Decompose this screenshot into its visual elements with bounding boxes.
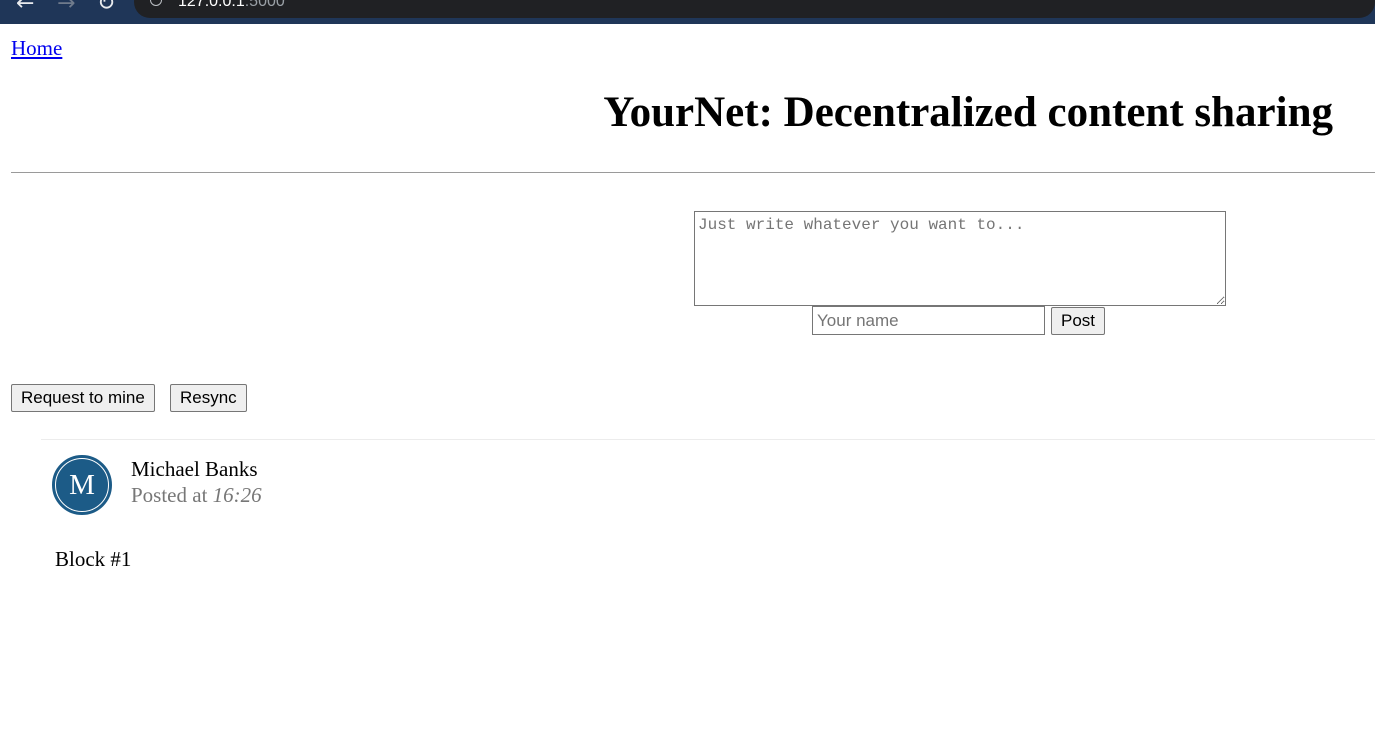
page: Home YourNet: Decentralized content shar… [0, 24, 1375, 750]
avatar-letter: M [55, 458, 109, 512]
post-button[interactable]: Post [1051, 307, 1106, 335]
post-feed: M Michael Banks Posted at 16:26 Block #1 [41, 439, 1375, 571]
resync-button[interactable]: Resync [170, 384, 247, 412]
forward-arrow-icon[interactable]: → [57, 0, 75, 16]
author-name-input[interactable] [812, 306, 1045, 335]
post-content-textarea[interactable] [694, 211, 1226, 306]
post-meta: Posted at 16:26 [131, 483, 262, 508]
divider [11, 172, 1375, 173]
address-bar[interactable] [134, 0, 1375, 18]
posted-at-label: Posted at [131, 483, 208, 507]
post-content: Block #1 [55, 547, 132, 571]
reload-icon[interactable]: ↻ [97, 0, 115, 16]
back-arrow-icon[interactable]: ← [16, 0, 34, 16]
post-time: 16:26 [212, 483, 262, 507]
url-text: 127.0.0.1:5000 [178, 0, 285, 12]
request-to-mine-button[interactable]: Request to mine [11, 384, 155, 412]
url-port: :5000 [244, 0, 285, 10]
avatar: M [52, 455, 112, 515]
page-title: YourNet: Decentralized content sharing [603, 89, 1333, 136]
post-author: Michael Banks [131, 457, 258, 481]
url-host: 127.0.0.1 [178, 0, 245, 10]
browser-toolbar: ← → ↻ 127.0.0.1:5000 [0, 0, 1375, 24]
home-link[interactable]: Home [11, 36, 62, 61]
